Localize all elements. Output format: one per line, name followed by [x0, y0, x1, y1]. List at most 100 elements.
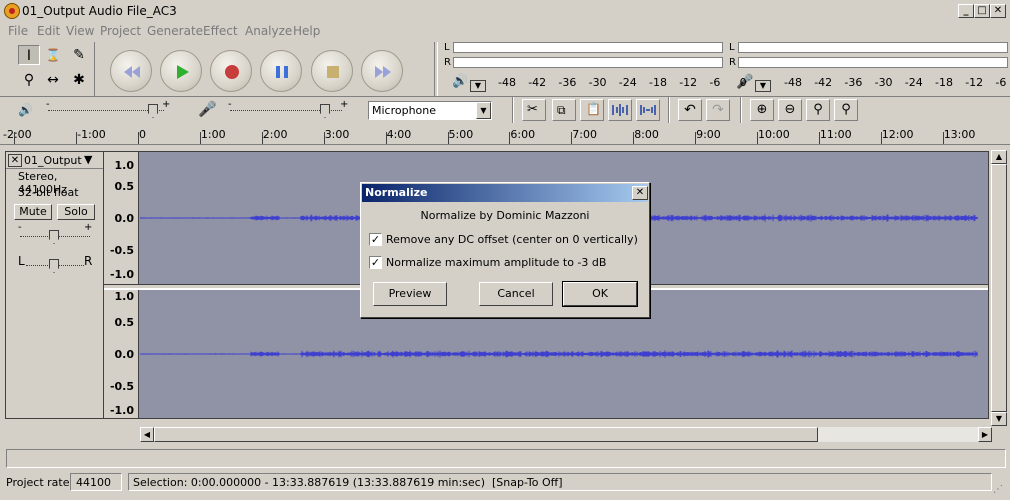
draw-tool-icon[interactable]: ✎ — [68, 45, 90, 65]
resize-grip-icon[interactable]: ⋰ — [993, 484, 1007, 498]
track-menu-chevron-icon[interactable]: ▼ — [84, 153, 92, 166]
record-meter-scale-tick: -12 — [965, 76, 984, 89]
speaker-icon: 🔊 — [452, 74, 469, 89]
menu-analyze[interactable]: Analyze — [245, 24, 292, 38]
track-name-divider — [6, 168, 103, 169]
ruler-tick-mark — [385, 132, 387, 144]
copy-button[interactable]: ⧉ — [552, 99, 576, 121]
solo-button[interactable]: Solo — [57, 204, 95, 220]
input-source-select[interactable]: Microphone ▼ — [368, 101, 492, 120]
mute-button[interactable]: Mute — [14, 204, 52, 220]
selection-status: Selection: 0:00.000000 - 13:33.887619 (1… — [128, 473, 992, 491]
clipboard-icon: 📋 — [586, 102, 601, 116]
output-volume-icon: 🔊 — [18, 103, 33, 117]
timeshift-tool-icon[interactable]: ↔ — [42, 70, 64, 90]
track-close-icon[interactable]: ✕ — [8, 154, 22, 167]
playback-meter-scale-tick: -48 — [498, 76, 516, 89]
minimize-button[interactable]: _ — [958, 4, 974, 18]
amplitude-tick-label: -1.0 — [109, 268, 134, 281]
menu-help[interactable]: Help — [293, 24, 320, 38]
dc-offset-label[interactable]: Remove any DC offset (center on 0 vertic… — [386, 233, 638, 246]
vertical-scroll-thumb[interactable] — [991, 164, 1007, 412]
pan-slider[interactable] — [49, 259, 59, 273]
tools-toolbar: I ⌛ ✎ ⚲ ↔ ✱ — [4, 42, 95, 96]
multi-tool-icon[interactable]: ✱ — [68, 70, 90, 90]
gain-slider[interactable] — [49, 230, 59, 244]
dialog-title-bar[interactable]: Normalize ✕ — [362, 184, 648, 202]
timeline-ruler[interactable] — [0, 125, 1010, 145]
fit-selection-button[interactable]: ⚲ — [806, 99, 830, 121]
input-volume-slider[interactable] — [320, 104, 330, 118]
waveform-right-channel[interactable] — [140, 336, 978, 372]
menu-view[interactable]: View — [66, 24, 94, 38]
fit-project-icon: ⚲ — [841, 102, 851, 117]
paste-button[interactable]: 📋 — [580, 99, 604, 121]
menu-file[interactable]: File — [8, 24, 28, 38]
menu-edit[interactable]: Edit — [37, 24, 60, 38]
ruler-tick-label: 6:00 — [510, 128, 536, 141]
dc-offset-checkbox[interactable]: ✓ — [369, 233, 382, 246]
stop-button[interactable] — [311, 50, 353, 92]
input-slider-min: - — [228, 99, 232, 110]
scroll-right-icon[interactable]: ▶ — [978, 427, 992, 442]
ruler-tick-label: -2:00 — [3, 128, 32, 141]
playback-meter-dropdown[interactable]: ▼ — [470, 80, 486, 92]
scroll-up-icon[interactable]: ▲ — [991, 150, 1007, 164]
envelope-tool-icon[interactable]: ⌛ — [42, 45, 64, 65]
ruler-tick-label: 7:00 — [572, 128, 597, 141]
ruler-tick-mark — [447, 132, 449, 144]
redo-button[interactable]: ↷ — [706, 99, 730, 121]
silence-button[interactable] — [636, 99, 660, 121]
input-slider-max: + — [340, 99, 349, 110]
normalize-amplitude-checkbox[interactable]: ✓ — [369, 256, 382, 269]
record-meter-dropdown[interactable]: ▼ — [755, 80, 771, 92]
ruler-tick-label: 11:00 — [819, 128, 852, 141]
menu-effect[interactable]: Effect — [203, 24, 238, 38]
gain-min-label: - — [18, 222, 22, 233]
close-button[interactable]: ✕ — [990, 4, 1006, 18]
zoom-out-button[interactable]: ⊖ — [778, 99, 802, 121]
skip-to-end-button[interactable] — [361, 50, 403, 92]
fit-project-button[interactable]: ⚲ — [834, 99, 858, 121]
play-button[interactable] — [160, 50, 202, 92]
preview-button[interactable]: Preview — [373, 282, 447, 306]
ok-button[interactable]: OK — [562, 281, 638, 307]
scroll-left-icon[interactable]: ◀ — [140, 427, 154, 442]
selection-tool-icon[interactable]: I — [18, 45, 40, 65]
normalize-amplitude-label[interactable]: Normalize maximum amplitude to -3 dB — [386, 256, 606, 269]
menu-project[interactable]: Project — [100, 24, 141, 38]
record-meter-right — [738, 57, 1008, 68]
menu-generate[interactable]: Generate — [147, 24, 203, 38]
chevron-down-icon[interactable]: ▼ — [476, 102, 491, 119]
track-name[interactable]: 01_Output — [24, 154, 82, 167]
trim-button[interactable] — [608, 99, 632, 121]
amplitude-tick-label: -0.5 — [109, 380, 134, 393]
dialog-close-icon[interactable]: ✕ — [632, 186, 648, 200]
zoom-tool-icon[interactable]: ⚲ — [18, 70, 40, 90]
project-rate-field[interactable]: 44100 — [70, 473, 122, 491]
playback-meter-scale-tick: -42 — [528, 76, 547, 89]
skip-to-start-button[interactable] — [110, 50, 152, 92]
undo-button[interactable]: ↶ — [678, 99, 702, 121]
maximize-button[interactable]: □ — [974, 4, 990, 18]
record-button[interactable] — [210, 50, 252, 92]
record-meter-l-label: L — [729, 42, 735, 53]
toolbar-separator — [668, 97, 670, 123]
ruler-tick-mark — [818, 132, 820, 144]
stop-icon — [327, 66, 339, 78]
horizontal-scroll-thumb[interactable] — [154, 427, 818, 442]
ruler-tick-mark — [880, 132, 882, 144]
cancel-button[interactable]: Cancel — [479, 282, 553, 306]
input-source-value: Microphone — [372, 104, 437, 117]
cut-button[interactable]: ✂ — [522, 99, 546, 121]
playback-meter-scale-tick: -18 — [649, 76, 667, 89]
horizontal-scrollbar[interactable]: ◀ ▶ — [140, 427, 992, 442]
status-message-area — [6, 449, 1006, 468]
output-volume-slider[interactable] — [148, 104, 158, 118]
zoom-in-button[interactable]: ⊕ — [750, 99, 774, 121]
pause-button[interactable] — [260, 50, 302, 92]
scroll-down-icon[interactable]: ▼ — [991, 412, 1007, 426]
amplitude-tick-label: -1.0 — [109, 404, 134, 417]
ruler-tick-label: -1:00 — [77, 128, 106, 141]
vertical-scrollbar[interactable]: ▲ ▼ — [991, 150, 1007, 426]
